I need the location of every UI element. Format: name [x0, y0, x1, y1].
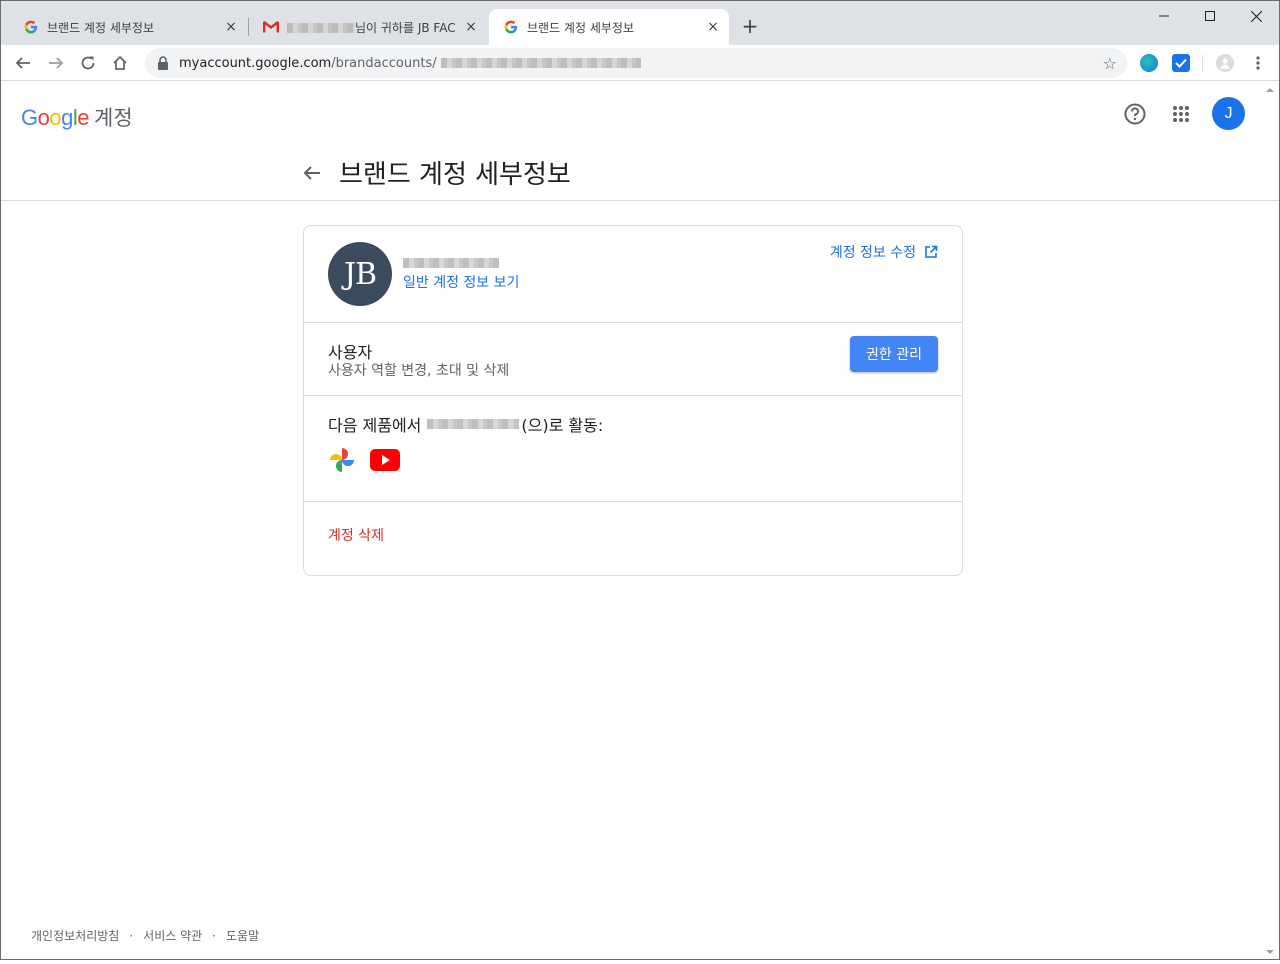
- new-tab-button[interactable]: +: [739, 14, 761, 38]
- home-icon: [113, 55, 127, 70]
- minimize-icon: [1159, 15, 1169, 17]
- terms-link[interactable]: 서비스 약관: [143, 927, 202, 944]
- bookmark-star-icon[interactable]: ☆: [1103, 54, 1117, 73]
- back-arrow-button[interactable]: [301, 162, 323, 184]
- redacted-text: [427, 419, 520, 429]
- forward-button[interactable]: [43, 50, 69, 76]
- help-button[interactable]: [1123, 102, 1147, 126]
- more-vert-icon: [1256, 56, 1260, 70]
- manage-permissions-button[interactable]: 권한 관리: [850, 336, 938, 372]
- tab-title-text: 님이 귀하를 JB FAC: [355, 20, 456, 35]
- google-logo-letter: e: [77, 105, 90, 130]
- browser-menu-button[interactable]: [1245, 50, 1271, 76]
- help-link[interactable]: 도움말: [226, 927, 259, 944]
- products-suffix: (으)로 활동:: [521, 416, 604, 435]
- redacted-text: [403, 257, 499, 268]
- url-host: myaccount.google.com: [179, 55, 332, 71]
- maximize-icon: [1205, 11, 1215, 21]
- browser-toolbar: myaccount.google.com/brandaccounts/ ☆: [1, 45, 1279, 81]
- footer: 개인정보처리방침 · 서비스 약관 · 도움말: [31, 927, 259, 944]
- account-avatar[interactable]: J: [1212, 97, 1245, 130]
- redacted-text: [440, 58, 641, 68]
- reload-icon: [81, 56, 95, 70]
- arrow-right-icon: [49, 57, 64, 69]
- delete-account-link[interactable]: 계정 삭제: [328, 525, 384, 545]
- arrow-left-icon: [15, 57, 30, 69]
- edit-account-info-link[interactable]: 계정 정보 수정: [830, 242, 938, 262]
- brand-account-summary: JB 일반 계정 정보 보기 계정 정보 수정: [304, 226, 962, 323]
- product-label: 계정: [94, 107, 133, 130]
- url-path: /brandaccounts/: [331, 55, 437, 71]
- extension-icon[interactable]: [1140, 54, 1158, 72]
- brand-account-name: [403, 252, 499, 271]
- reload-button[interactable]: [75, 50, 101, 76]
- gmail-icon: [263, 19, 279, 35]
- tab-strip: 브랜드 계정 세부정보 × 님이 귀하를 JB FAC × 브랜드 계정 세부정…: [1, 1, 1279, 45]
- users-subtitle: 사용자 역할 변경, 초대 및 삭제: [328, 363, 510, 379]
- back-button[interactable]: [10, 50, 36, 76]
- footer-separator: ·: [129, 928, 134, 943]
- tab-brand-details-active[interactable]: 브랜드 계정 세부정보 ×: [489, 9, 729, 45]
- google-logo-letter: o: [49, 105, 62, 130]
- product-icons: [328, 446, 400, 474]
- google-photos-icon[interactable]: [328, 446, 356, 474]
- close-window-icon: [1250, 10, 1262, 22]
- tab-brand-details-1[interactable]: 브랜드 계정 세부정보 ×: [9, 9, 247, 45]
- tab-title: 님이 귀하를 JB FAC: [287, 19, 463, 36]
- google-g-icon: [503, 19, 519, 35]
- google-g-icon: [23, 19, 39, 35]
- page-scrollbar[interactable]: [1262, 82, 1278, 960]
- help-icon: [1124, 103, 1146, 125]
- footer-separator: ·: [212, 928, 216, 943]
- person-icon: [1220, 58, 1230, 69]
- home-button[interactable]: [107, 50, 133, 76]
- page-title-row: 브랜드 계정 세부정보: [301, 154, 571, 191]
- profile-icon[interactable]: [1216, 54, 1234, 72]
- privacy-policy-link[interactable]: 개인정보처리방침: [31, 927, 119, 944]
- products-title: 다음 제품에서 (으)로 활동:: [328, 412, 603, 436]
- scroll-arrows: [1266, 88, 1274, 954]
- page-title: 브랜드 계정 세부정보: [339, 160, 571, 190]
- view-general-account-link[interactable]: 일반 계정 정보 보기: [403, 272, 519, 292]
- products-section: 다음 제품에서 (으)로 활동:: [304, 396, 962, 502]
- browser-window: 브랜드 계정 세부정보 × 님이 귀하를 JB FAC × 브랜드 계정 세부정…: [0, 0, 1280, 960]
- delete-section: 계정 삭제: [304, 502, 962, 576]
- google-account-logo[interactable]: Google 계정: [21, 102, 133, 132]
- close-icon[interactable]: ×: [223, 19, 239, 35]
- google-logo-letter: o: [37, 105, 50, 130]
- maximize-button[interactable]: [1187, 1, 1233, 31]
- check-icon: [1175, 58, 1187, 68]
- tab-title: 브랜드 계정 세부정보: [527, 20, 634, 35]
- window-close-button[interactable]: [1233, 1, 1279, 31]
- lock-icon: [158, 56, 168, 70]
- redacted-text: [287, 23, 355, 33]
- close-icon[interactable]: ×: [463, 19, 479, 35]
- apps-grid-icon: [1173, 106, 1189, 122]
- close-icon[interactable]: ×: [705, 19, 721, 35]
- minimize-button[interactable]: [1141, 1, 1187, 31]
- brand-avatar: JB: [328, 242, 392, 306]
- products-prefix: 다음 제품에서: [328, 416, 422, 435]
- youtube-icon[interactable]: [370, 449, 400, 471]
- apps-button[interactable]: [1169, 102, 1193, 126]
- open-in-new-icon: [925, 245, 938, 258]
- google-account-header: Google 계정 J 브랜드 계정 세부정보: [1, 82, 1279, 201]
- google-logo-text: Google: [21, 105, 90, 130]
- tab-gmail[interactable]: 님이 귀하를 JB FAC ×: [249, 9, 487, 45]
- google-logo-letter: g: [61, 105, 73, 130]
- extension-checklist-icon[interactable]: [1172, 54, 1190, 72]
- brand-account-card: JB 일반 계정 정보 보기 계정 정보 수정 사용자 사용자 역할 변경, 초…: [303, 225, 963, 576]
- address-bar[interactable]: myaccount.google.com/brandaccounts/ ☆: [145, 48, 1127, 78]
- users-section: 사용자 사용자 역할 변경, 초대 및 삭제 권한 관리: [304, 323, 962, 396]
- toolbar-divider: [1202, 55, 1203, 71]
- edit-link-label: 계정 정보 수정: [829, 245, 916, 261]
- tab-title: 브랜드 계정 세부정보: [47, 20, 154, 35]
- google-logo-letter: G: [21, 105, 38, 130]
- arrow-back-icon: [303, 165, 320, 180]
